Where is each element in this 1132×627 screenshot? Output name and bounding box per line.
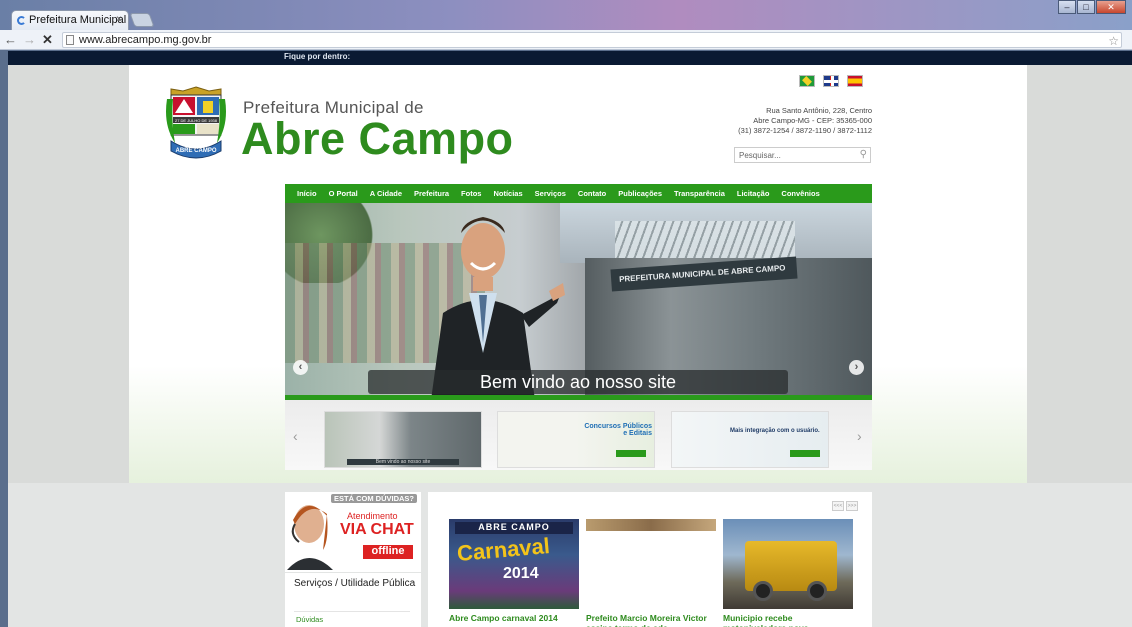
chat-atendimento: Atendimento — [347, 511, 398, 521]
city-crest-logo[interactable]: 27 DE JULHO DE 1938 ABRE CAMPO — [165, 85, 227, 165]
search-placeholder: Pesquisar... — [739, 151, 781, 160]
news-item-carnaval[interactable]: ABRE CAMPO Carnaval 2014 Abre Campo carn… — [449, 519, 584, 623]
news-section: <<< >>> ABRE CAMPO Carnaval 2014 Abre Ca… — [428, 492, 872, 627]
news-image-motoniveladora — [723, 519, 853, 609]
svg-text:ABRE CAMPO: ABRE CAMPO — [175, 148, 216, 154]
maximize-button[interactable]: □ — [1077, 0, 1095, 14]
language-selector — [799, 75, 863, 87]
chat-status-badge: offline — [363, 545, 413, 559]
carousel-next-icon[interactable]: › — [857, 428, 862, 444]
stop-icon[interactable]: ✕ — [42, 32, 53, 48]
news-caption[interactable]: Abre Campo carnaval 2014 — [449, 613, 584, 623]
thumbnail-concursos-image — [498, 412, 654, 467]
menu-item-convenios[interactable]: Convênios — [775, 184, 825, 203]
hero-slider[interactable]: PREFEITURA MUNICIPAL DE ABRE CAMPO Bem v… — [285, 203, 872, 400]
menu-item-fotos[interactable]: Fotos — [455, 184, 487, 203]
chat-attendant-image — [287, 505, 333, 570]
thumbnail-welcome-label: Bem vindo ao nosso site — [347, 459, 459, 465]
search-icon[interactable]: ⚲ — [860, 149, 867, 160]
news-item-prefeito[interactable]: Prefeito Marcio Moreira Victor assina te… — [586, 519, 721, 627]
news-item-motoniveladora[interactable]: Municipio recebe motoniveladora nova — [723, 519, 858, 627]
news-next-button[interactable]: >>> — [846, 501, 858, 511]
new-tab-button[interactable] — [129, 13, 155, 27]
menu-item-contato[interactable]: Contato — [572, 184, 612, 203]
grader-wheel — [753, 581, 773, 601]
page-viewport: Fique por dentro: 27 DE JULHO DE 1938 AB… — [8, 51, 1132, 627]
news-image-prefeito — [586, 519, 716, 531]
minimize-button[interactable]: – — [1058, 0, 1076, 14]
menu-item-servicos[interactable]: Serviços — [529, 184, 572, 203]
menu-item-inicio[interactable]: Início — [291, 184, 323, 203]
thumbnail-concursos-button — [616, 450, 646, 457]
chat-banner[interactable]: ESTÁ COM DÚVIDAS? Atendimento VIA CHAT o… — [285, 492, 421, 572]
tab-close-icon[interactable]: × — [116, 14, 122, 25]
tab-title: Prefeitura Municipal — [29, 14, 127, 26]
browser-navbar: ← → ✕ www.abrecampo.mg.gov.br ☆ — [0, 30, 1132, 50]
slide-canopy — [615, 221, 795, 261]
poster-title: Carnaval — [456, 532, 551, 567]
menu-item-prefeitura[interactable]: Prefeitura — [408, 184, 455, 203]
top-bar: Fique por dentro: — [8, 51, 1132, 65]
chat-question: ESTÁ COM DÚVIDAS? — [331, 494, 418, 503]
services-title: Serviços / Utilidade Pública — [294, 578, 416, 589]
loading-icon — [17, 16, 26, 25]
brazil-flag-icon[interactable] — [799, 75, 815, 87]
services-panel: Serviços / Utilidade Pública Dúvidas — [285, 573, 421, 627]
header-title[interactable]: Abre Campo — [241, 113, 514, 165]
close-window-button[interactable]: ✕ — [1096, 0, 1126, 14]
browser-titlebar: Prefeitura Municipal × – □ ✕ — [0, 0, 1132, 30]
thumbnail-integracao-image — [672, 412, 828, 467]
uk-flag-icon[interactable] — [823, 75, 839, 87]
thumbnail-concursos-title: Concursos Públicos e Editais — [584, 423, 652, 437]
svg-text:27 DE JULHO DE 1938: 27 DE JULHO DE 1938 — [175, 118, 218, 123]
news-image-carnaval: ABRE CAMPO Carnaval 2014 — [449, 519, 579, 609]
search-input[interactable]: Pesquisar... ⚲ — [734, 147, 871, 163]
address-phones: (31) 3872-1254 / 3872-1190 / 3872-1112 — [738, 126, 872, 135]
slider-next-button[interactable]: › — [849, 360, 864, 375]
carousel-prev-icon[interactable]: ‹ — [293, 428, 298, 444]
forward-icon[interactable]: → — [23, 32, 36, 47]
thumbnail-integracao[interactable]: Mais integração com o usuário. — [671, 411, 829, 468]
thumbnail-integracao-title: Mais integração com o usuário. — [730, 428, 820, 434]
url-text: www.abrecampo.mg.gov.br — [79, 34, 212, 46]
slider-caption: Bem vindo ao nosso site — [368, 370, 788, 394]
address-city-cep: Abre Campo-MG - CEP: 35365-000 — [753, 116, 872, 125]
menu-item-licitacao[interactable]: Licitação — [731, 184, 776, 203]
chat-via-chat: VIA CHAT — [340, 521, 414, 538]
back-icon[interactable]: ← — [4, 32, 17, 47]
contact-address: Rua Santo Antônio, 228, Centro Abre Camp… — [708, 106, 872, 136]
slider-prev-button[interactable]: ‹ — [293, 360, 308, 375]
poster-year: 2014 — [503, 565, 539, 582]
services-item-duvidas[interactable]: Dúvidas — [296, 615, 323, 624]
thumbnail-carousel: ‹ Bem vindo ao nosso site Concursos Públ… — [285, 400, 872, 470]
thumbnail-concursos[interactable]: Concursos Públicos e Editais — [497, 411, 655, 468]
menu-item-a-cidade[interactable]: A Cidade — [364, 184, 408, 203]
menu-item-publicacoes[interactable]: Publicações — [612, 184, 668, 203]
services-divider — [294, 611, 410, 612]
thumbnail-integracao-button — [790, 450, 820, 457]
address-bar[interactable]: www.abrecampo.mg.gov.br ☆ — [62, 32, 1122, 48]
menu-item-o-portal[interactable]: O Portal — [323, 184, 364, 203]
grader-wheel — [807, 581, 827, 601]
thumbnail-welcome[interactable]: Bem vindo ao nosso site — [324, 411, 482, 468]
top-bar-text: Fique por dentro: — [284, 52, 351, 61]
address-street: Rua Santo Antônio, 228, Centro — [766, 106, 872, 115]
menu-item-transparencia[interactable]: Transparência — [668, 184, 731, 203]
poster-header: ABRE CAMPO — [455, 522, 573, 534]
page-icon — [66, 35, 74, 45]
main-menu: Início O Portal A Cidade Prefeitura Foto… — [285, 184, 872, 203]
news-pager: <<< >>> — [832, 501, 858, 511]
spain-flag-icon[interactable] — [847, 75, 863, 87]
news-caption[interactable]: Prefeito Marcio Moreira Victor assina te… — [586, 613, 721, 627]
window-controls: – □ ✕ — [1057, 0, 1126, 16]
bookmark-star-icon[interactable]: ☆ — [1108, 34, 1119, 48]
news-caption[interactable]: Municipio recebe motoniveladora nova — [723, 613, 858, 627]
menu-item-noticias[interactable]: Notícias — [487, 184, 528, 203]
browser-tab[interactable]: Prefeitura Municipal × — [11, 10, 129, 30]
news-prev-button[interactable]: <<< — [832, 501, 844, 511]
